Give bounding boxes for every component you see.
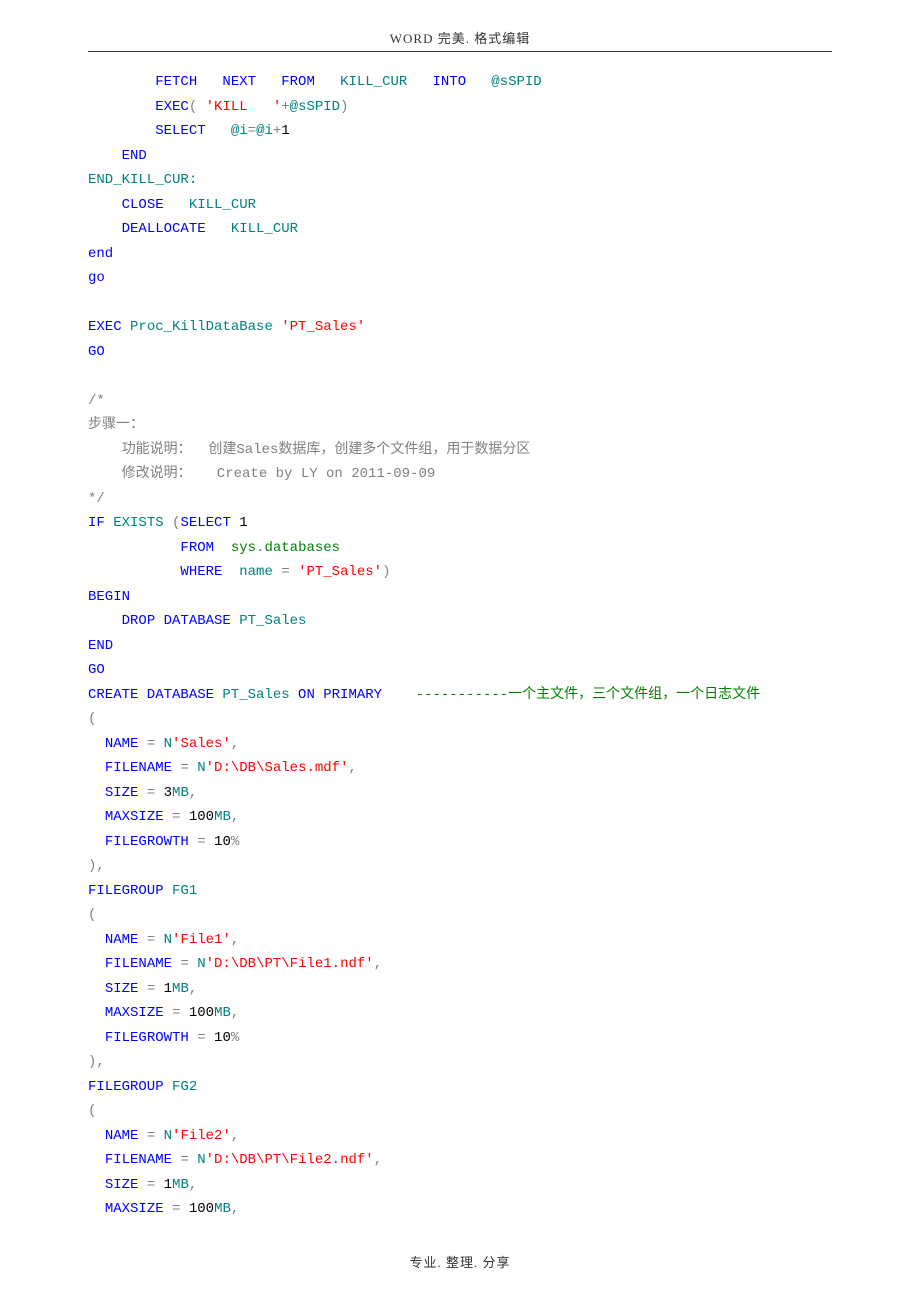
code-line: SELECT @i=@i+1	[88, 119, 832, 144]
code-line: SIZE = 1MB,	[88, 977, 832, 1002]
code-line: FILENAME = N'D:\DB\PT\File1.ndf',	[88, 952, 832, 977]
code-line: EXEC Proc_KillDataBase 'PT_Sales'	[88, 315, 832, 340]
code-line: FILENAME = N'D:\DB\PT\File2.ndf',	[88, 1148, 832, 1173]
code-line: SIZE = 3MB,	[88, 781, 832, 806]
page-header: WORD 完美. 格式编辑	[88, 28, 832, 52]
code-line: GO	[88, 340, 832, 365]
code-line: DEALLOCATE KILL_CUR	[88, 217, 832, 242]
code-line: NAME = N'Sales',	[88, 732, 832, 757]
page-footer: 专业. 整理. 分享	[88, 1252, 832, 1271]
code-line: END	[88, 144, 832, 169]
code-line: GO	[88, 658, 832, 683]
code-line: NAME = N'File2',	[88, 1124, 832, 1149]
code-line: */	[88, 487, 832, 512]
code-line: FILEGROUP FG2	[88, 1075, 832, 1100]
code-line: END_KILL_CUR:	[88, 168, 832, 193]
code-block: FETCH NEXT FROM KILL_CUR INTO @sSPID EXE…	[88, 70, 832, 1222]
code-line: BEGIN	[88, 585, 832, 610]
code-line: MAXSIZE = 100MB,	[88, 1197, 832, 1222]
document-page: WORD 完美. 格式编辑 FETCH NEXT FROM KILL_CUR I…	[0, 0, 920, 1291]
code-line: 修改说明： Create by LY on 2011-09-09	[88, 462, 832, 487]
code-line: MAXSIZE = 100MB,	[88, 1001, 832, 1026]
code-line: FILEGROWTH = 10%	[88, 830, 832, 855]
code-line: IF EXISTS (SELECT 1	[88, 511, 832, 536]
code-line: 功能说明： 创建Sales数据库，创建多个文件组，用于数据分区	[88, 438, 832, 463]
code-line: CREATE DATABASE PT_Sales ON PRIMARY ----…	[88, 683, 832, 708]
code-line: end	[88, 242, 832, 267]
code-line: DROP DATABASE PT_Sales	[88, 609, 832, 634]
code-line: (	[88, 707, 832, 732]
code-line: WHERE name = 'PT_Sales')	[88, 560, 832, 585]
code-line: MAXSIZE = 100MB,	[88, 805, 832, 830]
code-line: SIZE = 1MB,	[88, 1173, 832, 1198]
code-line: FROM sys.databases	[88, 536, 832, 561]
code-line: (	[88, 903, 832, 928]
code-line: go	[88, 266, 832, 291]
code-line: END	[88, 634, 832, 659]
code-line: NAME = N'File1',	[88, 928, 832, 953]
code-line: (	[88, 1099, 832, 1124]
code-line: EXEC( 'KILL '+@sSPID)	[88, 95, 832, 120]
code-line: ),	[88, 1050, 832, 1075]
code-line: FILENAME = N'D:\DB\Sales.mdf',	[88, 756, 832, 781]
code-line: CLOSE KILL_CUR	[88, 193, 832, 218]
code-line	[88, 364, 832, 389]
code-line: FILEGROWTH = 10%	[88, 1026, 832, 1051]
code-line: ),	[88, 854, 832, 879]
code-line	[88, 291, 832, 316]
code-line: /*	[88, 389, 832, 414]
code-line: 步骤一：	[88, 413, 832, 438]
code-line: FETCH NEXT FROM KILL_CUR INTO @sSPID	[88, 70, 832, 95]
code-line: FILEGROUP FG1	[88, 879, 832, 904]
